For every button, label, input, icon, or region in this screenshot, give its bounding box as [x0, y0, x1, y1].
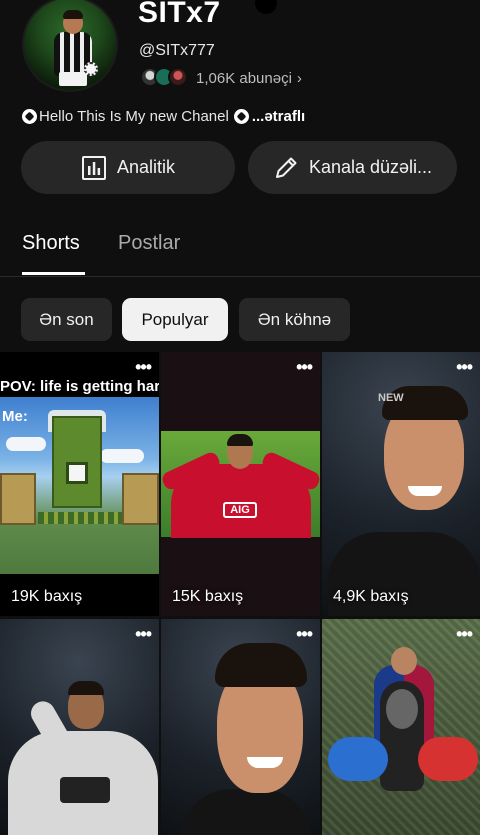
chip-latest[interactable]: Ən son	[21, 298, 112, 341]
subscribers-link[interactable]: 1,06K abunəçi ›	[140, 67, 302, 89]
football-icon	[84, 62, 98, 76]
more-vert-icon[interactable]: •••	[296, 358, 313, 376]
watermark-text: NEW	[378, 392, 404, 404]
short-thumbnail[interactable]: •••	[161, 619, 320, 835]
more-vert-icon[interactable]: •••	[456, 358, 473, 376]
analytics-label: Analitik	[116, 157, 176, 177]
subscriber-avatars	[140, 67, 190, 89]
tab-selected-indicator	[22, 272, 85, 275]
channel-name: SITx7	[138, 0, 221, 29]
bar-chart-icon	[81, 155, 106, 180]
pencil-icon	[275, 157, 297, 178]
chevron-right-icon: ›	[296, 69, 302, 87]
more-vert-icon[interactable]: •••	[456, 625, 473, 643]
jersey-sponsor-text: AIG	[223, 502, 257, 518]
camera-cutout	[255, 0, 277, 14]
channel-description[interactable]: Hello This Is My new Chanel ...ətraflı	[22, 108, 305, 125]
chip-oldest[interactable]: Ən köhnə	[239, 298, 350, 341]
more-vert-icon[interactable]: •••	[296, 625, 313, 643]
more-link[interactable]: ...ətraflı	[252, 108, 305, 125]
action-buttons: Analitik Kanala düzəli...	[21, 141, 457, 194]
short-thumbnail[interactable]: AIG ••• 15K baxış	[161, 352, 320, 616]
chip-popular[interactable]: Populyar	[122, 298, 228, 341]
edit-channel-label: Kanala düzəli...	[308, 157, 433, 177]
tab-posts[interactable]: Postlar	[118, 232, 180, 255]
soccer-ball-icon	[233, 109, 249, 124]
channel-avatar[interactable]	[22, 0, 118, 92]
description-text: Hello This Is My new Chanel	[39, 108, 229, 125]
short-views: 15K baxış	[172, 588, 244, 605]
channel-handle: @SITx777	[139, 42, 215, 59]
tab-shorts[interactable]: Shorts	[22, 232, 80, 255]
shorts-grid: POV: life is getting hard Me: ••• 19K ba…	[0, 352, 480, 835]
short-views: 19K baxış	[11, 588, 83, 605]
subscriber-count: 1,06K abunəçi	[196, 69, 292, 87]
edit-channel-button[interactable]: Kanala düzəli...	[248, 141, 457, 194]
short-thumbnail[interactable]: •••	[322, 619, 480, 835]
channel-tabs: Shorts Postlar	[0, 220, 480, 277]
short-views: 4,9K baxış	[333, 588, 409, 605]
short-thumbnail[interactable]: POV: life is getting hard Me: ••• 19K ba…	[0, 352, 159, 616]
more-vert-icon[interactable]: •••	[135, 625, 152, 643]
more-vert-icon[interactable]: •••	[135, 358, 152, 376]
short-overlay-text: POV: life is getting hard	[0, 378, 159, 395]
subscriber-avatar	[168, 67, 188, 87]
soccer-ball-icon	[22, 109, 37, 124]
short-overlay-text: Me:	[2, 408, 28, 425]
short-thumbnail[interactable]: •••	[0, 619, 159, 835]
short-thumbnail[interactable]: NEW ••• 4,9K baxış	[322, 352, 480, 616]
analytics-button[interactable]: Analitik	[21, 141, 235, 194]
